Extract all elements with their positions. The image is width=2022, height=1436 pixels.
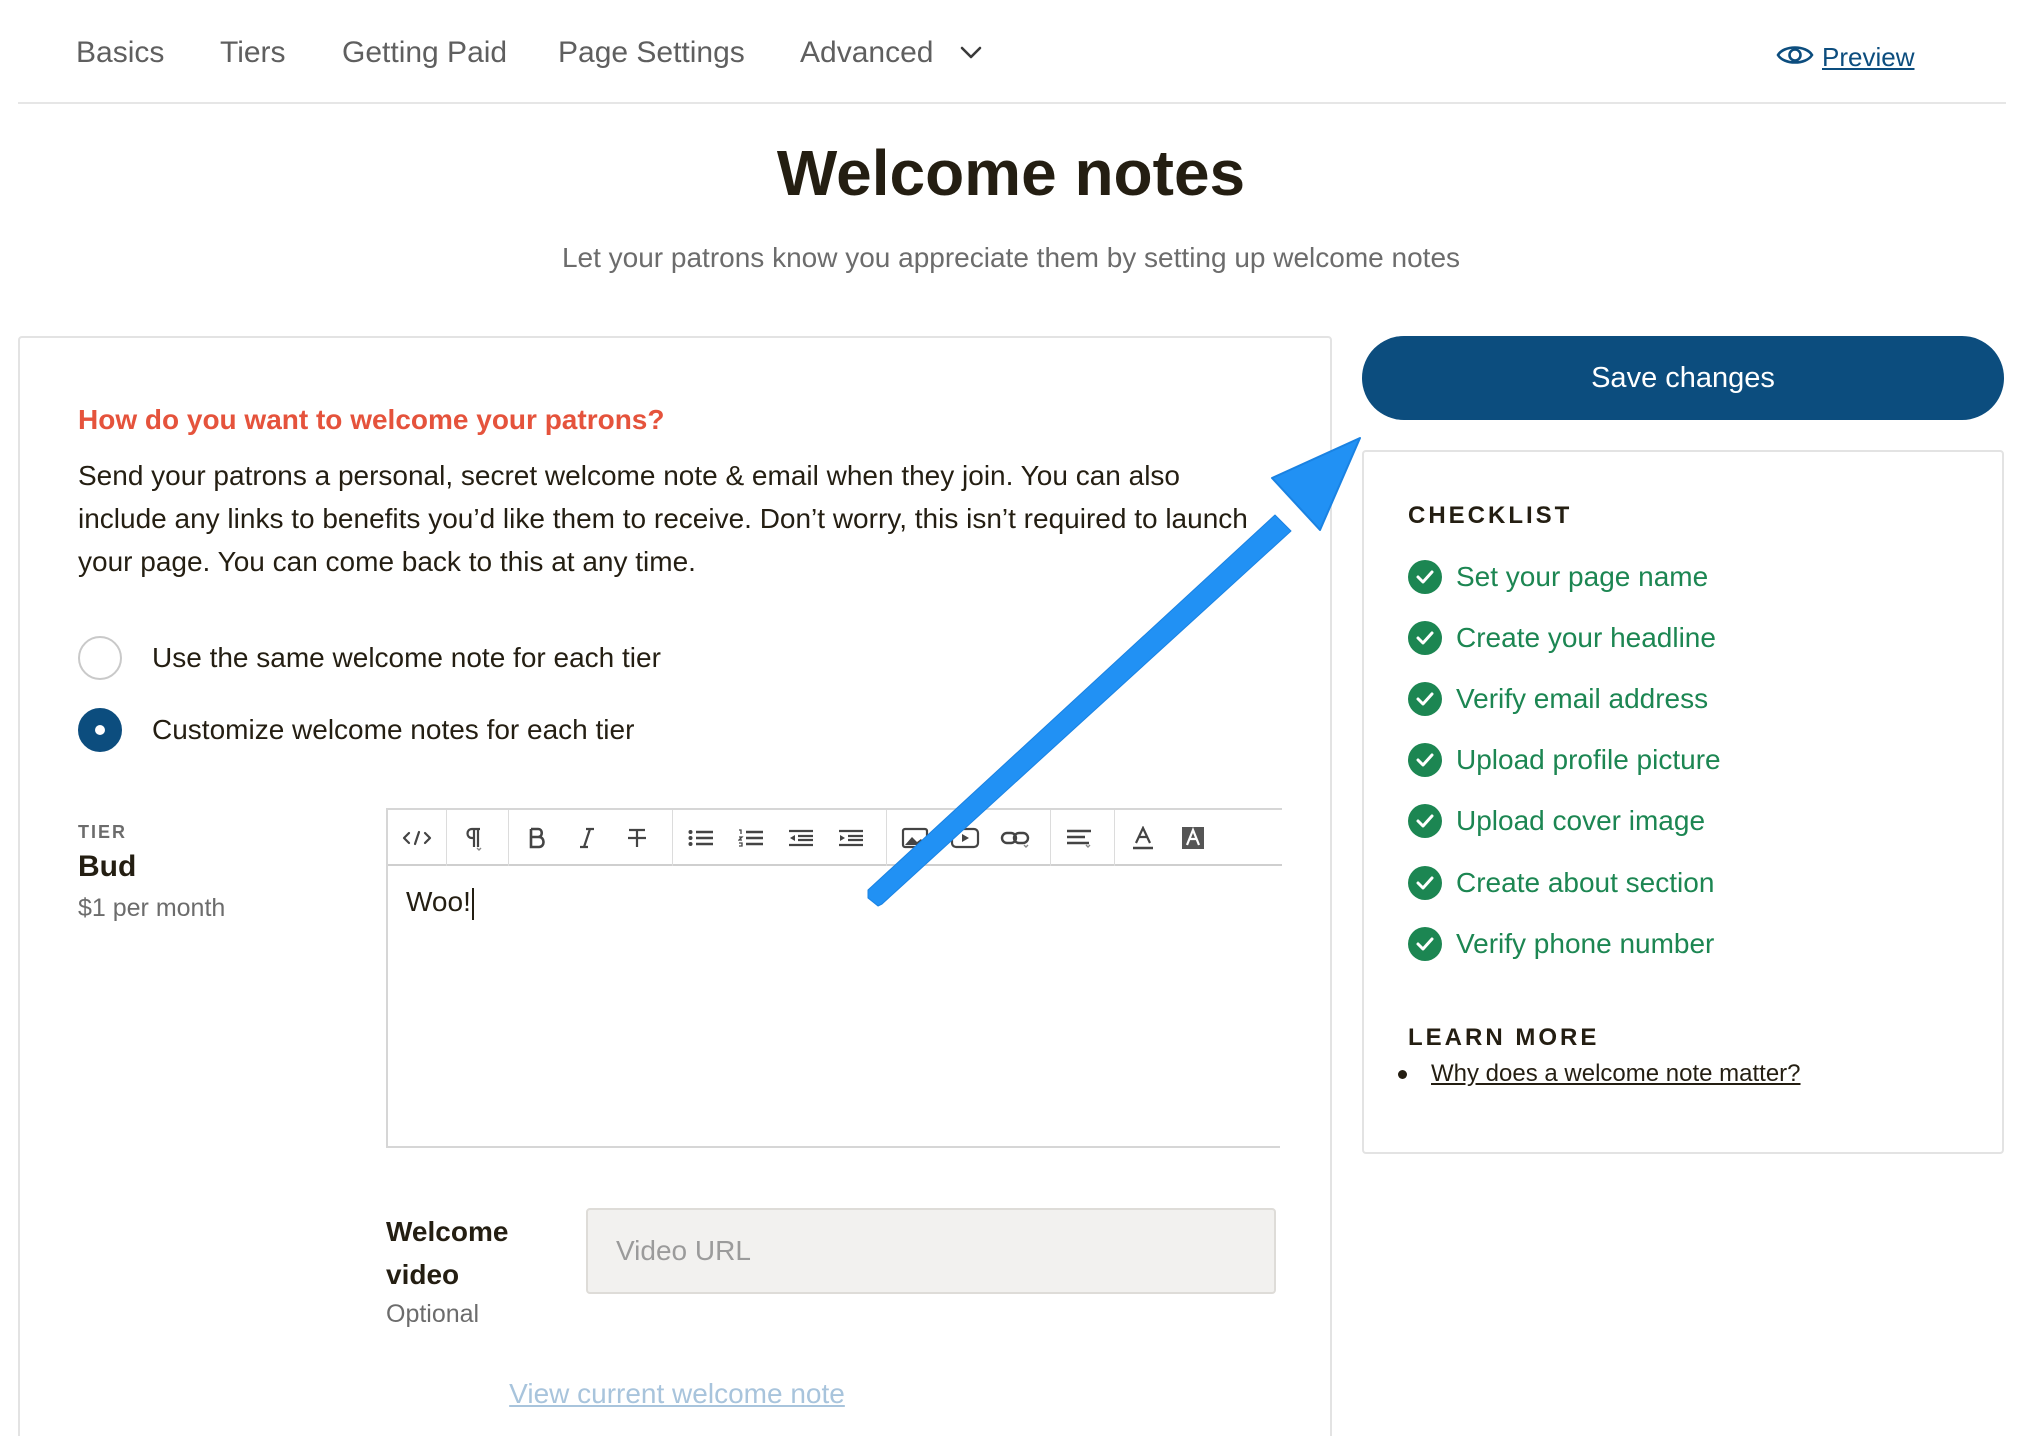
form-intro: Send your patrons a personal, secret wel… xyxy=(78,460,1248,577)
outdent-icon[interactable] xyxy=(776,810,826,866)
checklist-item: Verify phone number xyxy=(1408,927,1714,961)
welcome-video-label-line1: Welcome xyxy=(386,1216,509,1247)
italic-icon[interactable] xyxy=(562,810,612,866)
editor-content[interactable]: Woo! xyxy=(406,886,474,920)
checklist-item-label: Set your page name xyxy=(1456,561,1709,592)
checklist-item: Upload profile picture xyxy=(1408,743,1721,777)
tier-price: $1 per month xyxy=(78,894,226,922)
align-icon[interactable] xyxy=(1054,810,1104,866)
form-question: How do you want to welcome your patrons? xyxy=(78,404,665,435)
page-subtitle: Let your patrons know you appreciate the… xyxy=(561,242,1461,273)
highlight-icon[interactable] xyxy=(1168,810,1218,866)
checklist-item-label: Verify email address xyxy=(1456,683,1709,714)
welcome-video-label: Welcome video xyxy=(386,1210,508,1296)
code-view-icon[interactable] xyxy=(392,810,442,866)
checklist-item-label: Create your headline xyxy=(1456,622,1716,653)
tier-name: Bud xyxy=(78,850,137,883)
strikethrough-icon[interactable] xyxy=(612,810,662,866)
tab-tiers[interactable]: Tiers xyxy=(220,36,286,70)
radio-button[interactable] xyxy=(78,636,122,680)
welcome-video-label-line2: video xyxy=(386,1259,460,1290)
bullet xyxy=(1398,1069,1407,1079)
link-icon[interactable] xyxy=(990,810,1040,866)
chevron-down-icon xyxy=(960,34,982,68)
tab-advanced-label: Advanced xyxy=(800,36,934,69)
checklist-card: CHECKLIST Set your page name Create your… xyxy=(1362,450,2004,1154)
learn-more-item: Why does a welcome note matter? xyxy=(1398,1060,1801,1088)
check-circle-icon xyxy=(1408,743,1442,777)
preview-link[interactable]: Preview xyxy=(1776,42,1914,73)
checklist-item: Verify email address xyxy=(1408,682,1708,716)
tab-advanced[interactable]: Advanced xyxy=(800,36,982,70)
option-customize-notes[interactable]: Customize welcome notes for each tier xyxy=(78,708,634,752)
check-circle-icon xyxy=(1408,866,1442,900)
video-url-input[interactable] xyxy=(586,1208,1276,1294)
text-color-icon[interactable] xyxy=(1118,810,1168,866)
radio-button-selected[interactable] xyxy=(78,708,122,752)
check-circle-icon xyxy=(1408,560,1442,594)
tier-caption: TIER xyxy=(78,822,128,842)
learn-more-title: LEARN MORE xyxy=(1408,1024,1600,1051)
check-circle-icon xyxy=(1408,621,1442,655)
view-current-note-link[interactable]: View current welcome note xyxy=(509,1378,845,1409)
tab-page-settings[interactable]: Page Settings xyxy=(558,36,745,70)
numbered-list-icon[interactable] xyxy=(726,810,776,866)
welcome-note-editor[interactable]: Woo! xyxy=(386,808,1282,1148)
checklist-item-label: Verify phone number xyxy=(1456,928,1715,959)
learn-more-link[interactable]: Why does a welcome note matter? xyxy=(1431,1060,1801,1088)
bullet-list-icon[interactable] xyxy=(676,810,726,866)
tab-basics[interactable]: Basics xyxy=(76,36,164,70)
option-label: Customize welcome notes for each tier xyxy=(152,714,635,745)
text-caret xyxy=(471,887,474,920)
checklist-item: Set your page name xyxy=(1408,560,1708,594)
editor-toolbar xyxy=(388,808,1282,866)
checklist-item-label: Create about section xyxy=(1456,867,1715,898)
checklist-item-label: Upload profile picture xyxy=(1456,744,1721,775)
option-label: Use the same welcome note for each tier xyxy=(152,642,661,673)
top-nav: Basics Tiers Getting Paid Page Settings … xyxy=(18,0,2006,104)
check-circle-icon xyxy=(1408,927,1442,961)
paragraph-icon[interactable] xyxy=(448,810,498,866)
preview-label: Preview xyxy=(1822,42,1915,72)
eye-icon xyxy=(1776,42,1814,73)
checklist-title: CHECKLIST xyxy=(1408,502,1573,529)
editor-text: Woo! xyxy=(406,886,471,917)
welcome-note-form: How do you want to welcome your patrons?… xyxy=(18,336,1332,1436)
welcome-video-optional: Optional xyxy=(386,1300,480,1328)
video-icon[interactable] xyxy=(940,810,990,866)
tab-getting-paid[interactable]: Getting Paid xyxy=(342,36,507,70)
page-title: Welcome notes xyxy=(776,137,1246,209)
bold-icon[interactable] xyxy=(512,810,562,866)
indent-icon[interactable] xyxy=(826,810,876,866)
checklist-item: Upload cover image xyxy=(1408,804,1705,838)
view-current-note: View current welcome note xyxy=(20,1378,1334,1410)
check-circle-icon xyxy=(1408,804,1442,838)
checklist-item: Create your headline xyxy=(1408,621,1716,655)
check-circle-icon xyxy=(1408,682,1442,716)
option-same-note[interactable]: Use the same welcome note for each tier xyxy=(78,636,661,680)
checklist-item-label: Upload cover image xyxy=(1456,805,1706,836)
checklist-item: Create about section xyxy=(1408,866,1714,900)
image-icon[interactable] xyxy=(890,810,940,866)
save-changes-button[interactable]: Save changes xyxy=(1362,336,2004,420)
